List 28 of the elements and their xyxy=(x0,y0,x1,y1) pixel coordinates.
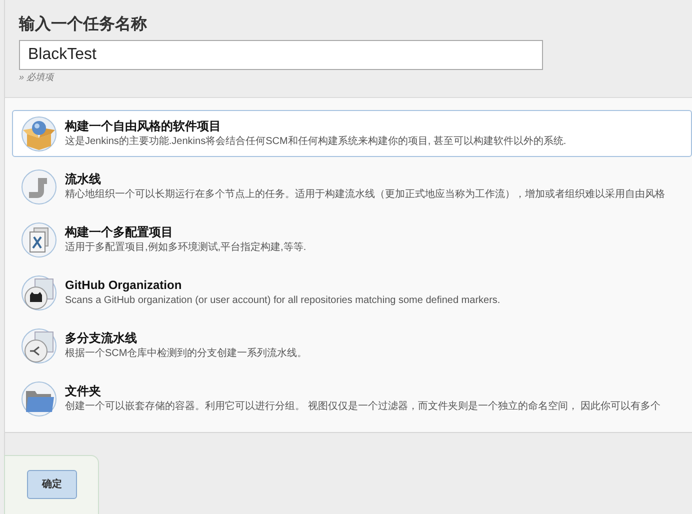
item-title: 文件夹 xyxy=(65,383,102,399)
documents-icon xyxy=(21,222,57,258)
item-description: Scans a GitHub organization (or user account) for all repositories matching some defined markers. xyxy=(65,294,500,308)
job-type-item[interactable]: 文件夹 创建一个可以嵌套存储的容器。利用它可以进行分组。 视图仅仅是一个过滤器，而文件夹则是一个独立的命名空间， 因此你可以有多个 xyxy=(12,375,692,422)
item-title: 多分支流水线 xyxy=(65,330,138,346)
folder-icon xyxy=(21,380,57,416)
required-hint: » 必填项 xyxy=(19,71,56,84)
job-type-item[interactable]: 构建一个自由风格的软件项目 这是Jenkins的主要功能.Jenkins将会结合任何SCM和任何构建系统来构建你的项目, 甚至可以构建软件以外的系统. xyxy=(12,110,692,157)
branch-icon xyxy=(21,328,57,364)
job-type-item[interactable]: 多分支流水线 根据一个SCM仓库中检测到的分支创建一系列流水线。 xyxy=(12,322,692,369)
item-title: GitHub Organization xyxy=(65,277,183,293)
item-description: 创建一个可以嵌套存储的容器。利用它可以进行分组。 视图仅仅是一个过滤器，而文件夹则是一个独立的命名空间， 因此你可以有多个 xyxy=(65,400,661,414)
cat-icon xyxy=(21,274,57,310)
section-title: 输入一个任务名称 xyxy=(19,14,148,35)
ok-button[interactable]: 确定 xyxy=(27,470,77,499)
job-type-item[interactable]: GitHub Organization Scans a GitHub organization (or user account) for all repositories matching some defined markers. xyxy=(12,269,692,316)
job-type-item[interactable]: 构建一个多配置项目 适用于多配置项目,例如多环境测试,平台指定构建,等等. xyxy=(12,216,692,263)
job-type-item[interactable]: 流水线 精心地组织一个可以长期运行在多个节点上的任务。适用于构建流水线（更加正式地应当称为工作流），增加或者组织难以采用自由风格 xyxy=(12,163,692,210)
item-title: 构建一个自由风格的软件项目 xyxy=(65,118,222,134)
item-description: 根据一个SCM仓库中检测到的分支创建一系列流水线。 xyxy=(65,346,308,361)
item-description: 适用于多配置项目,例如多环境测试,平台指定构建,等等. xyxy=(65,240,306,255)
item-title: 流水线 xyxy=(65,171,102,187)
box-icon xyxy=(21,116,57,152)
item-name-field[interactable]: BlackTest xyxy=(19,40,543,70)
item-title: 构建一个多配置项目 xyxy=(65,224,174,240)
item-description: 这是Jenkins的主要功能.Jenkins将会结合任何SCM和任何构建系统来构建你的项目, 甚至可以构建软件以外的系统. xyxy=(65,134,566,149)
pipe-icon xyxy=(21,168,57,204)
item-description: 精心地组织一个可以长期运行在多个节点上的任务。适用于构建流水线（更加正式地应当称为工作流），增加或者组织难以采用自由风格 xyxy=(65,188,665,202)
